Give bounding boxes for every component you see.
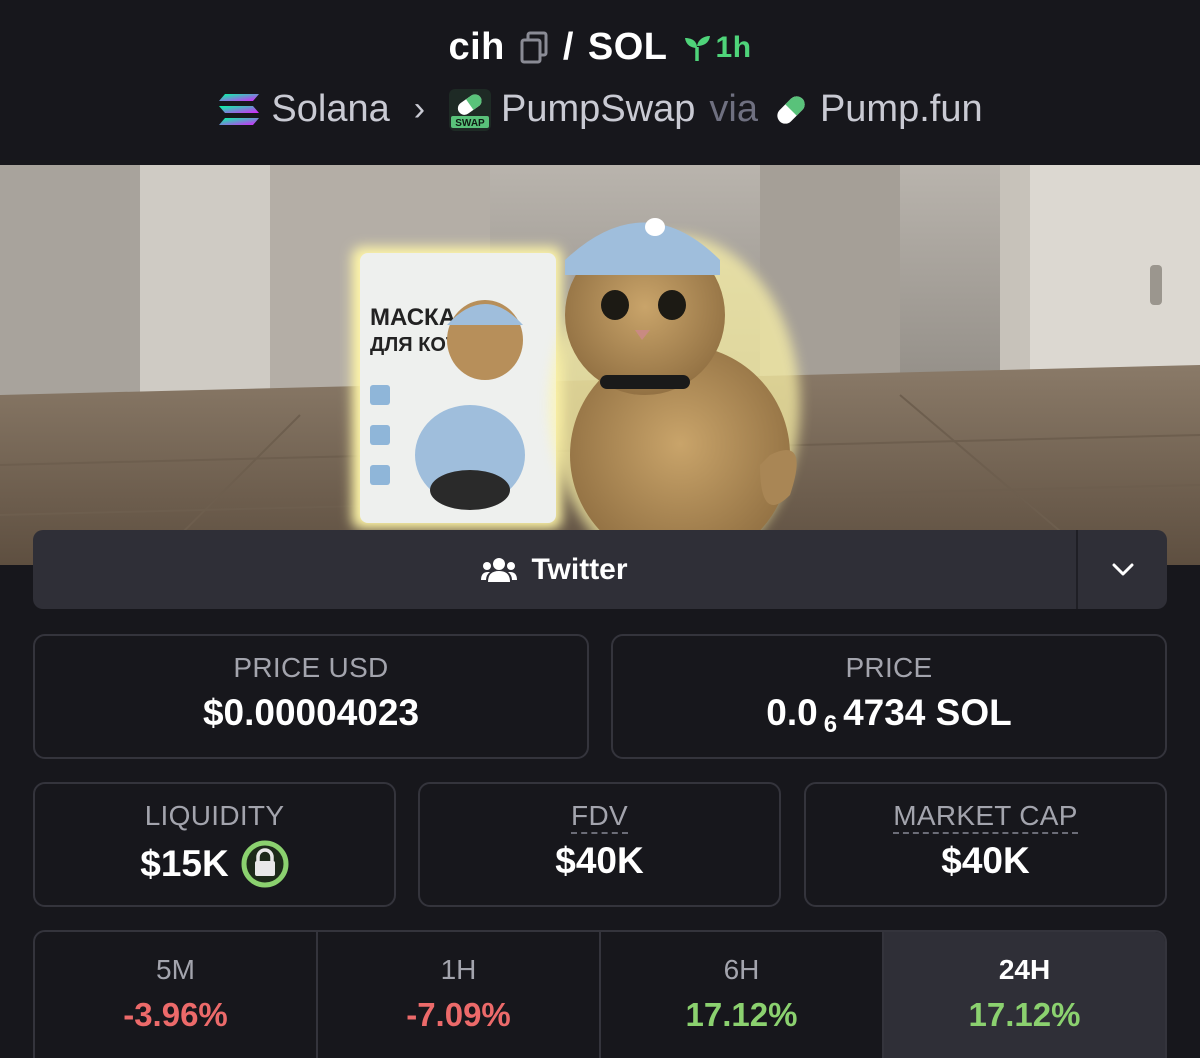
change-tab-label: 24H: [998, 954, 1051, 985]
fdv-label-wrap[interactable]: FDV: [420, 800, 779, 834]
price-native-suffix: 4734 SOL: [843, 692, 1012, 733]
price-change-tabs: 5M -3.96% 1H -7.09% 6H 17.12% 24H 17.12%: [33, 930, 1167, 1058]
liquidity-card: LIQUIDITY $15K: [33, 782, 396, 907]
dex-name: PumpSwap: [501, 88, 696, 130]
change-tab-label: 6H: [723, 954, 760, 985]
price-zero-count: 6: [823, 711, 838, 738]
launchpad-name: Pump.fun: [819, 88, 983, 130]
dex-link[interactable]: SWAP PumpSwap: [449, 88, 695, 131]
change-tab-5m[interactable]: 5M -3.96%: [35, 932, 318, 1058]
price-native-prefix: 0.0: [766, 692, 818, 733]
change-tab-6h[interactable]: 6H 17.12%: [601, 932, 884, 1058]
price-native-card: PRICE 0.0 6 4734 SOL: [611, 634, 1167, 759]
token-symbol: cih: [448, 26, 505, 68]
quote-symbol: SOL: [587, 26, 668, 68]
fdv-label: FDV: [571, 800, 628, 834]
fdv-value: $40K: [555, 840, 644, 881]
change-tab-value: 17.12%: [685, 996, 798, 1033]
pair-separator: /: [562, 26, 574, 68]
launchpad-link[interactable]: Pump.fun: [772, 88, 983, 131]
change-tab-value: -7.09%: [406, 996, 511, 1033]
socials-bar: Twitter: [33, 530, 1167, 609]
package-title-1: МАСКА: [370, 304, 456, 331]
pill-icon: [777, 95, 805, 124]
pair-age: 1h: [682, 31, 752, 65]
users-icon: [481, 557, 518, 582]
copy-icon[interactable]: [519, 31, 549, 65]
pair-age-label: 1h: [715, 30, 752, 64]
liquidity-value-row: $15K: [35, 840, 394, 888]
change-tab-24h[interactable]: 24H 17.12%: [884, 932, 1165, 1058]
chain-link[interactable]: Solana: [217, 88, 390, 131]
chevron-down-icon: [1112, 563, 1133, 575]
solana-icon: [219, 93, 260, 125]
pair-title-row: cih / SOL 1h: [0, 26, 1200, 69]
fdv-card: FDV $40K: [418, 782, 781, 907]
pumpswap-icon: SWAP: [449, 88, 492, 131]
chain-name: Solana: [271, 88, 390, 130]
pair-header: cih / SOL 1h Solana › SWAP PumpSwap via …: [0, 0, 1200, 165]
dex-badge-text: SWAP: [455, 118, 485, 129]
liquidity-value: $15K: [140, 843, 229, 884]
change-tab-value: -3.96%: [123, 996, 228, 1033]
market-cap-label-wrap[interactable]: MARKET CAP: [806, 800, 1165, 834]
twitter-label: Twitter: [531, 552, 628, 586]
seedling-icon: [684, 35, 710, 61]
lock-icon[interactable]: [241, 840, 289, 888]
price-usd-value: $0.00004023: [202, 692, 420, 733]
twitter-button[interactable]: Twitter: [33, 530, 1076, 609]
token-banner-image: МАСКА ДЛЯ КОТА: [0, 165, 1200, 565]
change-tab-label: 1H: [440, 954, 477, 985]
via-label: via: [709, 88, 758, 130]
liquidity-label: LIQUIDITY: [144, 800, 285, 831]
price-usd-label: PRICE USD: [233, 652, 389, 683]
market-cap-card: MARKET CAP $40K: [804, 782, 1167, 907]
price-native-label: PRICE: [845, 652, 933, 683]
change-tab-value: 17.12%: [968, 996, 1081, 1033]
socials-dropdown-toggle[interactable]: [1076, 530, 1167, 609]
market-cap-label: MARKET CAP: [893, 800, 1078, 834]
price-native-value: 0.0 6 4734 SOL: [613, 692, 1165, 738]
breadcrumb: Solana › SWAP PumpSwap via Pump.fun: [0, 88, 1200, 131]
price-usd-card: PRICE USD $0.00004023: [33, 634, 589, 759]
change-tab-label: 5M: [156, 954, 195, 985]
market-cap-value: $40K: [941, 840, 1030, 881]
chevron-right-icon: ›: [413, 90, 426, 128]
change-tab-1h[interactable]: 1H -7.09%: [318, 932, 601, 1058]
